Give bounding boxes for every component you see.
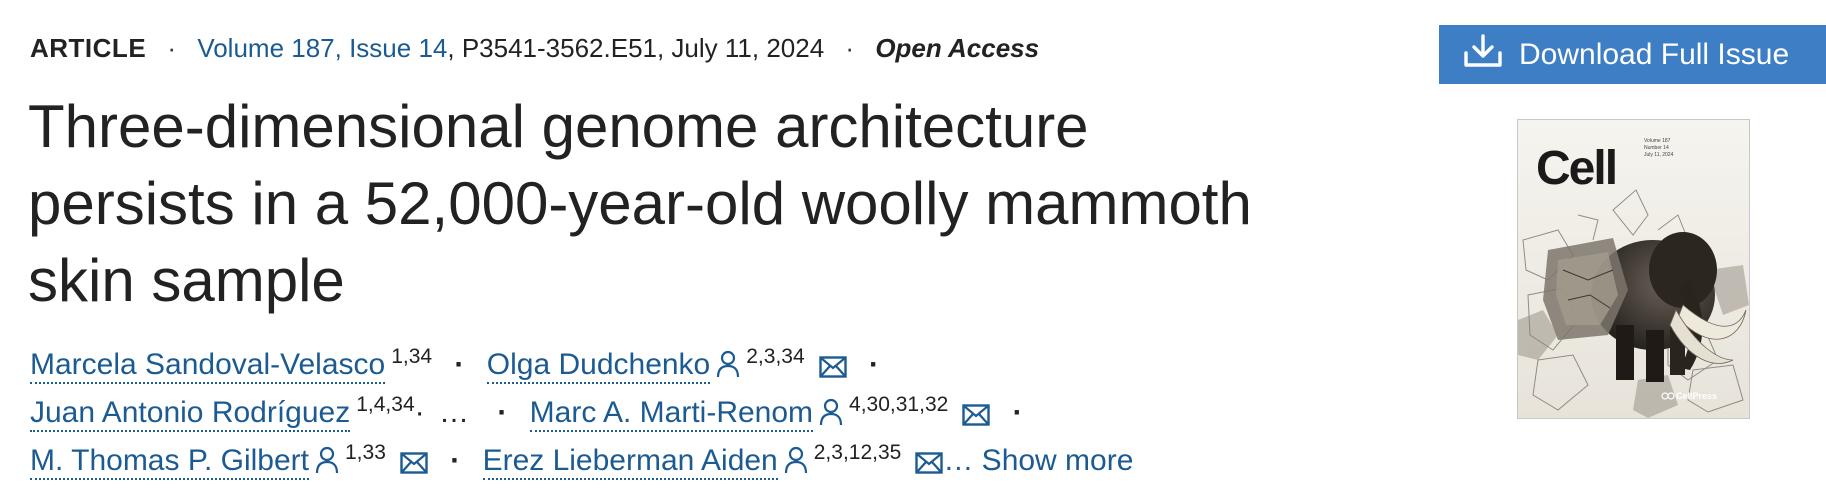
affiliation-sup: 2,3,12,35 [813, 441, 902, 464]
meta-separator: · [167, 33, 177, 63]
author-row: Marcela Sandoval-Velasco 1,34 · Olga Dudc… [30, 333, 1250, 384]
affiliation-sup: 4,30,31,32 [849, 393, 949, 416]
download-button-label: Download Full Issue [1519, 37, 1790, 71]
author-separator: · [1012, 396, 1023, 429]
author-link[interactable]: Marc A. Marti-Renom [529, 396, 814, 432]
mail-icon[interactable] [915, 441, 944, 489]
affiliation-sup: 1,33 [345, 441, 386, 464]
author-link[interactable]: Juan Antonio Rodríguez [30, 396, 351, 432]
affiliation-sup: 1,34 [391, 345, 433, 368]
author-separator: · [497, 396, 508, 429]
affiliation-sup: 2,3,34 [746, 345, 805, 368]
cover-journal-name: Cell [1536, 142, 1616, 195]
author-separator: · [868, 348, 879, 381]
show-more-authors-link[interactable]: … Show more [943, 444, 1133, 477]
affiliation-sup: 1,4,34 [356, 393, 415, 416]
cover-volume-text: Volume 187 [1644, 138, 1671, 144]
author-link[interactable]: Marcela Sandoval-Velasco [30, 348, 386, 384]
author-separator: · [450, 444, 461, 477]
author-separator: · [414, 396, 425, 429]
download-full-issue-button[interactable]: Download Full Issue [1439, 25, 1826, 84]
author-separator: · [454, 348, 465, 381]
article-meta: ARTICLE · Volume 187, Issue 14, P3541-35… [30, 30, 1039, 66]
volume-issue-link[interactable]: Volume 187, Issue 14 [197, 33, 447, 63]
author-link[interactable]: Erez Lieberman Aiden [482, 444, 778, 480]
author-row: M. Thomas P. Gilbert 1,33 · Erez Lieberma… [30, 429, 1250, 480]
author-list: Marcela Sandoval-Velasco 1,34 · Olga Dudc… [30, 333, 1250, 480]
article-pages-date: , P3541-3562.E51, July 11, 2024 [447, 33, 825, 63]
person-icon [315, 441, 339, 489]
collapsed-authors-ellipsis[interactable]: … [439, 396, 469, 429]
article-type: ARTICLE [30, 33, 147, 63]
cover-issue-text: Number 14 [1644, 145, 1669, 151]
author-row: Juan Antonio Rodríguez 1,4,34· … · Marc A… [30, 381, 1250, 432]
article-title: Three-dimensional genome architecture pe… [28, 93, 1252, 314]
author-link[interactable]: Olga Dudchenko [486, 348, 711, 384]
person-icon [784, 441, 808, 489]
cover-date-text: July 11, 2024 [1644, 152, 1674, 158]
open-access-label: Open Access [875, 33, 1040, 63]
issue-cover-image[interactable]: Cell Volume 187 Number 14 July 11, 2024 … [1517, 119, 1750, 419]
download-icon [1463, 33, 1503, 76]
mail-icon[interactable] [400, 441, 428, 489]
cover-publisher-mark: CellPress [1676, 391, 1717, 401]
meta-separator: · [845, 33, 855, 63]
author-link[interactable]: M. Thomas P. Gilbert [30, 444, 309, 480]
